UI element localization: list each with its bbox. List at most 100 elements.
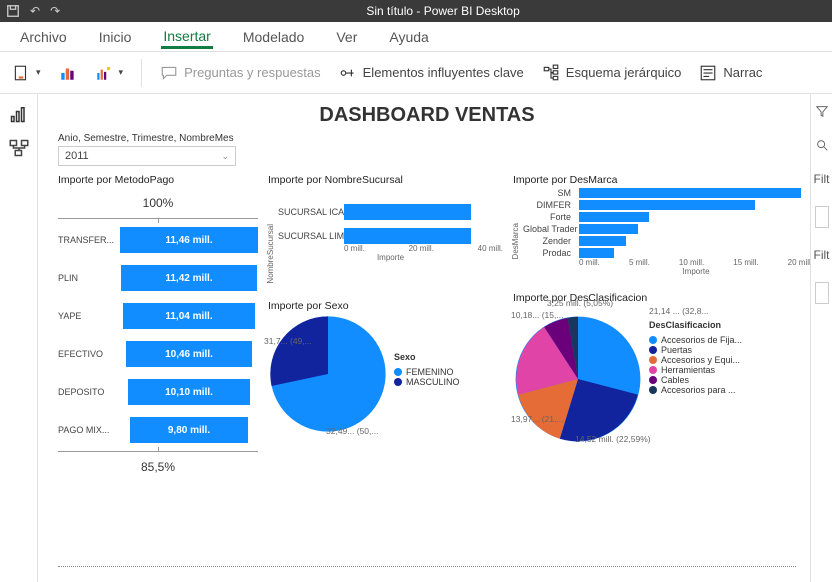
tick: 5 mill. <box>629 258 650 267</box>
sucursal-title: Importe por NombreSucursal <box>268 174 503 186</box>
funnel-bar: 11,42 mill. <box>121 265 258 291</box>
hbar-row[interactable]: DIMFER <box>523 200 810 210</box>
legend-item[interactable]: Accesorios y Equi... <box>649 355 742 365</box>
legend-label: Puertas <box>661 345 692 355</box>
hbar-row[interactable]: Global Trader <box>523 224 810 234</box>
workspace: DASHBOARD VENTAS Anio, Semestre, Trimest… <box>0 94 832 582</box>
legend-item[interactable]: Herramientas <box>649 365 742 375</box>
menu-inicio[interactable]: Inicio <box>97 25 134 49</box>
funnel-row[interactable]: PAGO MIX...9,80 mill. <box>58 417 258 443</box>
hbar-row[interactable]: Forte <box>523 212 810 222</box>
hbar-label: Zender <box>523 236 575 246</box>
funnel-row[interactable]: EFECTIVO10,46 mill. <box>58 341 258 367</box>
ribbon-preguntas[interactable]: Preguntas y respuestas <box>160 64 321 82</box>
clasif-label-right: 21,14 ... (32,8... <box>649 306 709 316</box>
hbar-bar <box>579 188 801 198</box>
clasif-legend-title: DesClasificacion <box>649 320 742 330</box>
legend-item[interactable]: FEMENINO <box>394 367 460 377</box>
page-icon <box>12 64 30 82</box>
legend-label: FEMENINO <box>406 367 454 377</box>
funnel-row[interactable]: YAPE11,04 mill. <box>58 303 258 329</box>
menu-insertar[interactable]: Insertar <box>161 24 212 49</box>
report-canvas[interactable]: DASHBOARD VENTAS Anio, Semestre, Trimest… <box>38 94 810 582</box>
ribbon-preguntas-label: Preguntas y respuestas <box>184 65 321 80</box>
ribbon-esquema[interactable]: Esquema jerárquico <box>542 64 682 82</box>
dashboard-title: DASHBOARD VENTAS <box>58 104 796 127</box>
pie-sexo <box>268 314 388 434</box>
clasif-label-top1: 3,25 mill. (5,05%) <box>547 298 613 308</box>
panel-header-filters-2[interactable]: Filt <box>814 248 830 262</box>
clasif-legend: DesClasificacion Accesorios de Fija...Pu… <box>649 320 742 444</box>
ribbon-narrativa[interactable]: Narrac <box>699 64 762 82</box>
funnel-cat: YAPE <box>58 311 120 321</box>
hbar-label: SM <box>523 188 575 198</box>
hbar-bar <box>579 200 755 210</box>
hbar-row[interactable]: Prodac <box>523 248 810 258</box>
menu-modelado[interactable]: Modelado <box>241 25 307 49</box>
funnel-cat: PLIN <box>58 273 120 283</box>
funnel-cat: DEPOSITO <box>58 387 120 397</box>
ribbon-new-page[interactable]: ▾ <box>12 64 41 82</box>
hbar-label: Forte <box>523 212 575 222</box>
sucursal-chart[interactable]: NombreSucursal SUCURSAL ICASUCURSAL LIMA… <box>268 188 503 278</box>
report-view-icon[interactable] <box>9 104 29 124</box>
hbar-label: SUCURSAL ICA <box>278 207 340 217</box>
leftrail <box>0 94 38 582</box>
hbar-bar <box>579 236 626 246</box>
legend-item[interactable]: MASCULINO <box>394 377 460 387</box>
hbar-label: SUCURSAL LIMA <box>278 231 340 241</box>
clasif-chart[interactable]: 3,25 mill. (5,05%) 10,18... (15,... 21,1… <box>513 306 810 444</box>
funnel-bottom-pct: 85,5% <box>58 460 258 474</box>
save-icon[interactable] <box>6 4 20 18</box>
legend-label: Accesorios de Fija... <box>661 335 742 345</box>
hbar-row[interactable]: Zender <box>523 236 810 246</box>
hbar-bar <box>579 212 649 222</box>
hbar-row[interactable]: SM <box>523 188 810 198</box>
funnel-row[interactable]: TRANSFER...11,46 mill. <box>58 227 258 253</box>
clasif-label-bottom: 14,52 mill. (22,59%) <box>575 434 651 444</box>
legend-label: Accesorios y Equi... <box>661 355 740 365</box>
menu-archivo[interactable]: Archivo <box>18 25 69 49</box>
sexo-chart[interactable]: 31,7... (49,... Sexo FEMENINOMASCULINO 3… <box>268 314 503 434</box>
model-view-icon[interactable] <box>9 138 29 158</box>
panel-header-filters[interactable]: Filt <box>814 172 830 186</box>
titlebar: ↶ ↷ Sin título - Power BI Desktop <box>0 0 832 22</box>
funnel-bar: 10,46 mill. <box>126 341 252 367</box>
marca-ylabel: DesMarca <box>511 223 520 259</box>
legend-item[interactable]: Cables <box>649 375 742 385</box>
filter-icon[interactable] <box>815 104 829 118</box>
legend-swatch <box>649 346 657 354</box>
funnel-row[interactable]: DEPOSITO10,10 mill. <box>58 379 258 405</box>
menu-ver[interactable]: Ver <box>334 25 359 49</box>
ribbon-esquema-label: Esquema jerárquico <box>566 65 682 80</box>
funnel-chart[interactable]: TRANSFER...11,46 mill. PLIN11,42 mill. YAP… <box>58 218 258 452</box>
funnel-bar: 11,46 mill. <box>120 227 258 253</box>
funnel-row[interactable]: PLIN11,42 mill. <box>58 265 258 291</box>
legend-item[interactable]: Accesorios de Fija... <box>649 335 742 345</box>
hbar-row[interactable]: SUCURSAL ICA <box>278 204 503 220</box>
funnel-cat: TRANSFER... <box>58 235 120 245</box>
clasif-label-left: 13,97... (21,... <box>511 414 563 424</box>
ribbon-new-visual[interactable] <box>59 64 77 82</box>
redo-icon[interactable]: ↷ <box>50 4 60 18</box>
legend-item[interactable]: Puertas <box>649 345 742 355</box>
filter-card-1[interactable] <box>815 206 829 228</box>
legend-item[interactable]: Accesorios para ... <box>649 385 742 395</box>
slicer-dropdown[interactable]: 2011 ⌄ <box>58 146 236 166</box>
funnel-title: Importe por MetodoPago <box>58 174 258 186</box>
hbar-row[interactable]: SUCURSAL LIMA <box>278 228 503 244</box>
slicer-label: Anio, Semestre, Trimestre, NombreMes <box>58 133 796 144</box>
sexo-legend-title: Sexo <box>394 352 460 362</box>
search-icon[interactable] <box>815 138 829 152</box>
undo-icon[interactable]: ↶ <box>30 4 40 18</box>
marca-title: Importe por DesMarca <box>513 174 810 186</box>
ribbon-more-visuals[interactable]: ▾ <box>95 64 124 82</box>
ribbon-influyentes[interactable]: Elementos influyentes clave <box>339 64 524 82</box>
legend-label: Accesorios para ... <box>661 385 736 395</box>
funnel-bar: 11,04 mill. <box>123 303 255 329</box>
sexo-title: Importe por Sexo <box>268 300 503 312</box>
filter-card-2[interactable] <box>815 282 829 304</box>
menu-ayuda[interactable]: Ayuda <box>387 25 430 49</box>
legend-swatch <box>394 368 402 376</box>
marca-chart[interactable]: DesMarca SM DIMFER Forte Global Trader Zende… <box>513 188 810 276</box>
